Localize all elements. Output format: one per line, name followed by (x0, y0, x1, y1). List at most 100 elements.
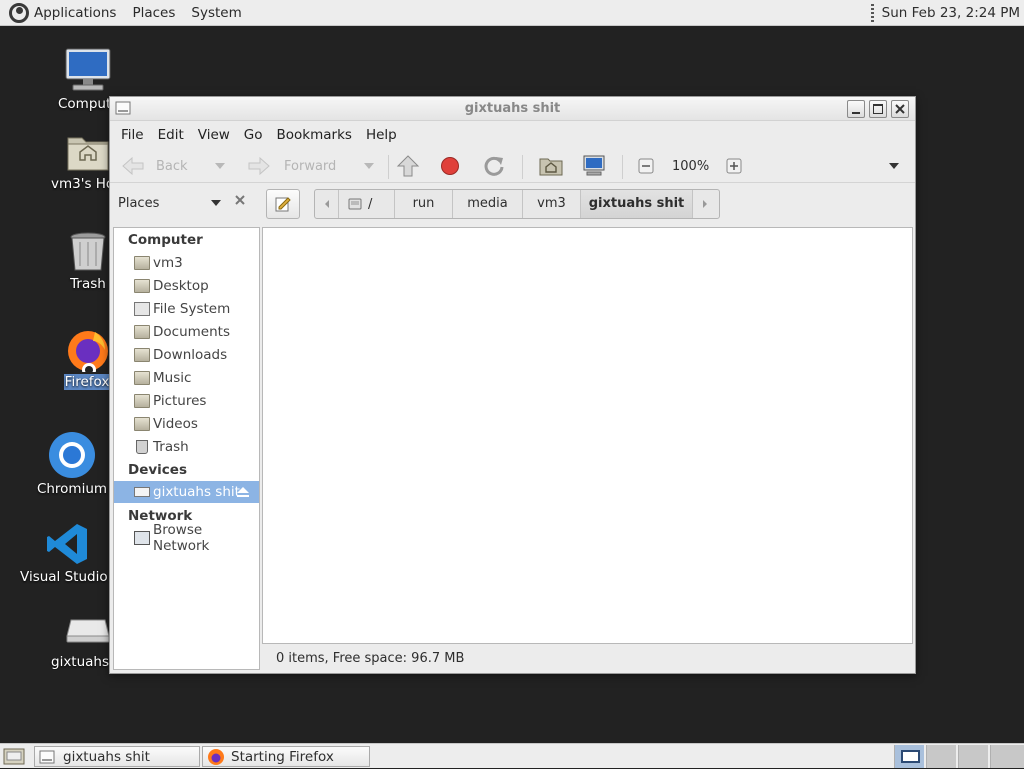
sidebar-item-downloads[interactable]: Downloads (114, 344, 259, 366)
breadcrumb-root[interactable]: / (339, 190, 395, 218)
clock-area[interactable]: Sun Feb 23, 2:24 PM (870, 0, 1020, 26)
clock[interactable]: Sun Feb 23, 2:24 PM (882, 0, 1020, 26)
breadcrumb: / run media vm3 gixtuahs shit (314, 189, 720, 219)
breadcrumb-scroll-left[interactable] (315, 190, 339, 218)
sidebar-item-pictures[interactable]: Pictures (114, 390, 259, 412)
stop-icon (441, 157, 459, 175)
minimize-icon (852, 112, 860, 114)
reload-button[interactable] (482, 152, 506, 180)
menu-bookmarks[interactable]: Bookmarks (270, 127, 359, 143)
sidebar-item-desktop[interactable]: Desktop (114, 275, 259, 297)
sidebar-item-label: Documents (153, 324, 230, 340)
back-history-dropdown[interactable] (214, 152, 226, 180)
toolbar-separator (622, 155, 623, 179)
workspace-2[interactable] (926, 745, 956, 768)
close-button[interactable] (891, 100, 909, 118)
close-sidebar-button[interactable] (234, 194, 246, 210)
sidebar-item-label: Downloads (153, 347, 228, 363)
zoom-level[interactable]: 100% (672, 152, 709, 180)
zoom-out-button[interactable] (638, 152, 654, 180)
drive-icon (134, 302, 150, 316)
up-button[interactable] (396, 152, 420, 180)
computer-icon (583, 155, 605, 176)
workspace-1[interactable] (894, 745, 924, 768)
minimize-button[interactable] (847, 100, 865, 118)
toolbar-overflow-button[interactable] (888, 152, 900, 180)
eject-icon[interactable] (237, 487, 249, 497)
desktop-icon-chromium[interactable]: Chromium (24, 431, 120, 497)
window-titlebar[interactable]: gixtuahs shit (110, 97, 915, 121)
vscode-icon (45, 521, 91, 567)
task-label: gixtuahs shit (63, 748, 150, 765)
workspace-4[interactable] (990, 745, 1024, 768)
distro-logo-icon[interactable] (8, 2, 30, 24)
folder-icon (134, 394, 150, 408)
sidebar-item-music[interactable]: Music (114, 367, 259, 389)
workspace-3[interactable] (958, 745, 988, 768)
show-desktop-button[interactable] (3, 747, 25, 769)
stop-button[interactable] (440, 152, 460, 180)
home-folder-icon (65, 128, 111, 174)
sidebar-item-videos[interactable]: Videos (114, 413, 259, 435)
sidebar-item-documents[interactable]: Documents (114, 321, 259, 343)
breadcrumb-media[interactable]: media (453, 190, 523, 218)
desktop-icon-label: Firefox (64, 374, 110, 390)
places-selector[interactable]: Places (118, 189, 222, 217)
home-folder-icon (134, 256, 150, 270)
file-manager-window: gixtuahs shit File Edit View Go Bookmark… (109, 96, 916, 674)
show-desktop-icon (3, 748, 25, 765)
forward-button[interactable]: Forward (246, 152, 336, 180)
close-icon (895, 104, 905, 114)
back-label: Back (156, 158, 188, 174)
drive-icon (348, 198, 362, 210)
chevron-left-icon (324, 200, 329, 208)
chevron-down-icon (211, 200, 221, 206)
menu-file[interactable]: File (114, 127, 151, 143)
breadcrumb-vm3[interactable]: vm3 (523, 190, 581, 218)
folder-icon (134, 417, 150, 431)
chevron-right-icon (703, 200, 707, 208)
chevron-down-icon (364, 163, 374, 169)
sidebar-item-file-system[interactable]: File System (114, 298, 259, 320)
breadcrumb-current[interactable]: gixtuahs shit (581, 190, 693, 218)
toggle-location-entry-button[interactable] (266, 189, 300, 219)
applications-menu[interactable]: Applications (26, 0, 124, 26)
folder-icon (134, 348, 150, 362)
maximize-button[interactable] (869, 100, 887, 118)
breadcrumb-scroll-right[interactable] (693, 190, 717, 218)
desktop-folder-icon (134, 279, 150, 293)
task-file-manager[interactable]: gixtuahs shit (34, 746, 200, 767)
toolbar-separator (388, 155, 389, 179)
menu-go[interactable]: Go (237, 127, 270, 143)
firefox-icon (65, 326, 111, 377)
file-view[interactable] (262, 227, 913, 644)
sidebar-item-browse-network[interactable]: Browse Network (114, 522, 259, 554)
desktop-icon-vscode[interactable]: Visual Studio C (20, 521, 116, 585)
back-button[interactable]: Back (120, 152, 188, 180)
breadcrumb-run[interactable]: run (395, 190, 453, 218)
places-menu[interactable]: Places (124, 0, 183, 26)
computer-button[interactable] (582, 152, 606, 180)
sidebar-item-device[interactable]: gixtuahs shit (114, 481, 259, 503)
menu-view[interactable]: View (191, 127, 237, 143)
zoom-in-button[interactable] (726, 152, 742, 180)
folder-icon (134, 371, 150, 385)
menu-edit[interactable]: Edit (151, 127, 191, 143)
status-bar: 0 items, Free space: 96.7 MB (276, 651, 465, 666)
trash-icon (136, 440, 148, 454)
zoom-out-icon (638, 158, 654, 174)
menu-help[interactable]: Help (359, 127, 404, 143)
forward-label: Forward (284, 158, 337, 174)
task-firefox[interactable]: Starting Firefox (202, 746, 370, 767)
firefox-icon (208, 748, 224, 765)
sidebar-item-label: Videos (153, 416, 198, 432)
drive-icon (65, 614, 111, 644)
sidebar-item-trash[interactable]: Trash (114, 436, 259, 458)
home-button[interactable] (539, 152, 563, 180)
chevron-down-icon (215, 163, 225, 169)
sidebar-item-vm3[interactable]: vm3 (114, 252, 259, 274)
forward-history-dropdown[interactable] (363, 152, 375, 180)
system-menu[interactable]: System (183, 0, 249, 26)
places-sidebar: Computer vm3 Desktop File System Documen… (113, 227, 260, 670)
workspace-window-icon (901, 750, 920, 763)
